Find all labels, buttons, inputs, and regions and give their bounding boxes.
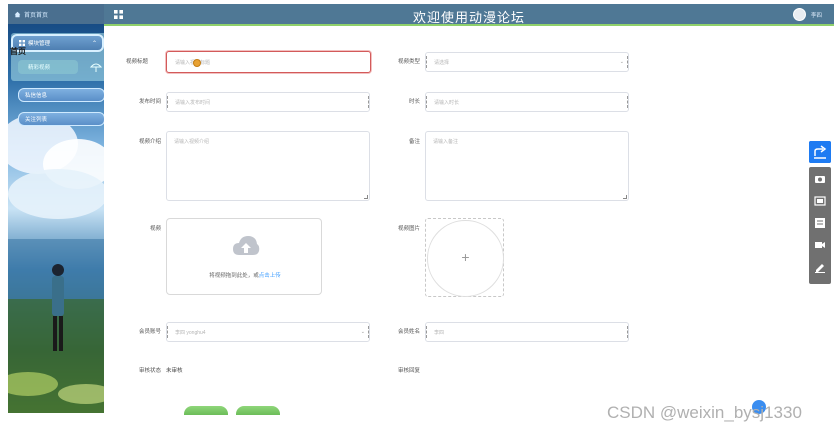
member-name-input[interactable]: 李四 — [425, 322, 629, 342]
mouse-cursor — [193, 59, 201, 67]
illustration-figure — [52, 264, 64, 351]
ocr-icon[interactable] — [814, 217, 826, 229]
audit-reply-label: 审核回复 — [397, 368, 420, 374]
plus-icon: + — [461, 249, 470, 265]
tool-panel — [809, 167, 831, 284]
top-bar: 欢迎使用动漫论坛 李四 — [104, 4, 834, 26]
share-icon[interactable] — [809, 141, 831, 163]
publish-time-placeholder: 请输入发布时间 — [175, 99, 211, 106]
sidebar-subitem-label: 精彩视频 — [28, 65, 51, 71]
intro-textarea[interactable]: 请输入视频介绍 — [166, 131, 370, 201]
sidebar-item-label: 关注列表 — [25, 117, 48, 123]
publish-time-label: 发布时间 — [138, 99, 161, 105]
sidebar-home-label: 首页首页 — [24, 12, 49, 19]
sidebar-item-messages[interactable]: 私信信息 — [18, 88, 104, 102]
video-type-placeholder: 请选择 — [434, 59, 450, 66]
chevron-down-icon: ⌄ — [619, 59, 624, 65]
remark-label: 备注 — [408, 139, 420, 145]
chevron-up-icon: ⌃ — [91, 41, 97, 47]
sidebar-item-follow[interactable]: 关注列表 — [18, 112, 104, 126]
remark-placeholder: 请输入备注 — [433, 139, 459, 145]
video-upload-dropzone[interactable]: 将视频拖到此处，或点击上传 — [166, 218, 322, 295]
resize-handle[interactable] — [364, 195, 368, 199]
video-label: 视频 — [149, 226, 161, 232]
sidebar-home[interactable]: 首页首页 — [8, 4, 104, 24]
duration-input[interactable]: 请输入时长 — [425, 92, 629, 112]
member-no-select[interactable]: 李四 yonghu4 ⌄ — [166, 322, 370, 342]
audit-status-value: 未审核 — [166, 368, 183, 374]
upload-hint: 将视频拖到此处，或点击上传 — [167, 271, 323, 279]
video-title-label: 视频标题 — [125, 59, 148, 65]
video-type-select[interactable]: 请选择 ⌄ — [425, 52, 629, 72]
resize-handle[interactable] — [623, 195, 627, 199]
sidebar-menu-module-label: 模块管理 — [28, 41, 51, 47]
page-title: 欢迎使用动漫论坛 — [412, 10, 525, 25]
upload-link[interactable]: 点击上传 — [259, 273, 281, 279]
member-no-label: 会员账号 — [138, 329, 161, 335]
member-name-value: 李四 — [434, 329, 445, 336]
upload-hint-text: 将视频拖到此处，或 — [209, 273, 259, 279]
app-window: 首页首页 模块管理 ⌃ 精彩视频 私信信息 关注列表 首页 欢迎使用动漫论坛 李… — [0, 0, 839, 431]
remark-textarea[interactable]: 请输入备注 — [425, 131, 629, 201]
avatar[interactable] — [793, 8, 806, 21]
audit-status-label: 审核状态 — [138, 368, 161, 374]
chevron-down-icon: ⌄ — [360, 329, 365, 335]
member-no-value: 李四 yonghu4 — [175, 329, 206, 336]
video-image-label: 视频图片 — [397, 226, 420, 232]
cancel-button[interactable] — [236, 406, 280, 415]
video-image-uploader[interactable]: + — [425, 218, 504, 297]
umbrella-icon — [90, 63, 102, 72]
publish-time-input[interactable]: 请输入发布时间 — [166, 92, 370, 112]
duration-label: 时长 — [408, 99, 420, 105]
user-name[interactable]: 李四 — [811, 11, 822, 19]
cloud-upload-icon — [233, 236, 260, 255]
sidebar-subitem-video[interactable]: 精彩视频 — [18, 60, 78, 74]
watermark: CSDN @weixin_bysj1330 — [607, 403, 802, 422]
video-type-label: 视频类型 — [397, 59, 420, 65]
sidebar: 首页首页 模块管理 ⌃ 精彩视频 私信信息 关注列表 首页 — [8, 4, 104, 413]
home-icon — [14, 11, 21, 17]
screenshot-icon[interactable] — [814, 195, 826, 207]
submit-button[interactable] — [184, 406, 228, 415]
intro-label: 视频介绍 — [138, 139, 161, 145]
overlay-label: 首页 — [10, 47, 26, 56]
record-icon[interactable] — [814, 239, 826, 251]
member-name-label: 会员姓名 — [397, 329, 420, 335]
duration-placeholder: 请输入时长 — [434, 99, 460, 106]
sidebar-item-label: 私信信息 — [25, 93, 48, 99]
edit-icon[interactable] — [814, 261, 826, 273]
camera-icon[interactable] — [814, 173, 826, 185]
intro-placeholder: 请输入视频介绍 — [174, 139, 210, 145]
